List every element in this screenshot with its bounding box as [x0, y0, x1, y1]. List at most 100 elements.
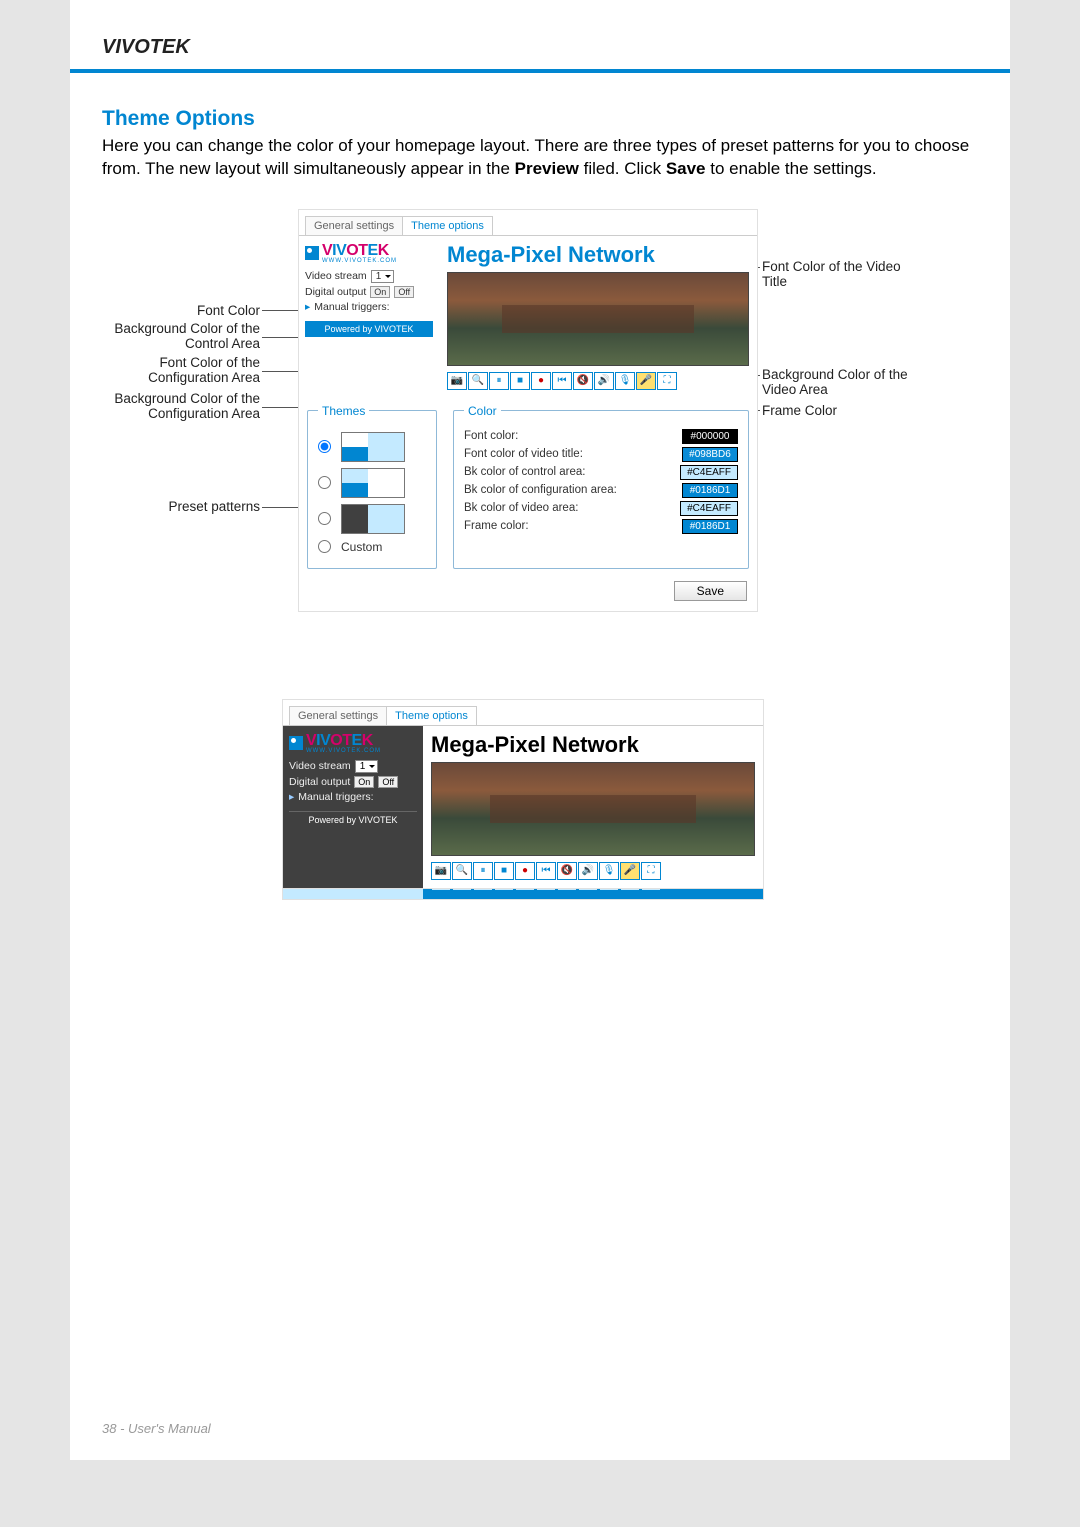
themes-fieldset: Themes: [307, 404, 437, 569]
color-swatch-bk-control[interactable]: #C4EAFF: [680, 465, 738, 480]
theme-thumb-3: [341, 504, 405, 534]
color-fieldset: Color Font color: #000000 Font color of v…: [453, 404, 749, 569]
record-icon[interactable]: ●: [531, 372, 551, 390]
mute-icon[interactable]: 🔇: [573, 372, 593, 390]
leader-line: [262, 310, 302, 311]
color-row-font-video: Font color of video title: #098BD6: [464, 447, 738, 462]
video-title: Mega-Pixel Network: [447, 242, 749, 268]
theme-radio-custom[interactable]: [318, 540, 331, 553]
theme-option-1[interactable]: [318, 432, 426, 462]
mic-icon[interactable]: 🎙: [599, 862, 619, 880]
video-stream-row: Video stream 1: [289, 760, 417, 773]
color-label: Bk color of video area:: [464, 502, 578, 514]
logo-sub: WWW.VIVOTEK.COM: [322, 258, 397, 264]
chevron-right-icon: ▸: [305, 301, 310, 313]
callout-font-video-title: Font Color of the Video Title: [762, 259, 922, 289]
logo-sub: WWW.VIVOTEK.COM: [306, 748, 381, 754]
tabs: General settings Theme options: [299, 210, 757, 235]
volume-icon[interactable]: 🔊: [594, 372, 614, 390]
themes-legend: Themes: [318, 404, 369, 418]
tabs: General settings Theme options: [283, 700, 763, 725]
volume-icon[interactable]: 🔊: [578, 862, 598, 880]
callout-bk-video: Background Color of the Video Area: [762, 367, 922, 397]
theme-option-3[interactable]: [318, 504, 426, 534]
camera-icon[interactable]: 📷: [431, 862, 451, 880]
save-button[interactable]: Save: [674, 581, 747, 601]
callout-bk-control: Background Color of the Control Area: [100, 321, 260, 351]
digital-off-button[interactable]: Off: [394, 286, 414, 298]
preview-body: VIVOTEK WWW.VIVOTEK.COM Video stream 1 D…: [299, 235, 757, 398]
callout-font-color: Font Color: [100, 303, 260, 318]
page: VIVOTEK Theme Options Here you can chang…: [70, 0, 1010, 1460]
diagram-1: Font Color Background Color of the Contr…: [102, 209, 978, 669]
color-label: Font color:: [464, 430, 518, 442]
video-stream-label: Video stream: [289, 760, 351, 772]
logo: VIVOTEK WWW.VIVOTEK.COM: [305, 242, 433, 264]
step-back-icon[interactable]: ⏮: [552, 372, 572, 390]
camera-icon[interactable]: 📷: [447, 372, 467, 390]
color-swatch-font-video[interactable]: #098BD6: [682, 447, 738, 462]
stop-icon[interactable]: ■: [510, 372, 530, 390]
video-stream-select[interactable]: 1: [371, 270, 395, 283]
fullscreen-icon[interactable]: ⛶: [657, 372, 677, 390]
tab-theme[interactable]: Theme options: [386, 706, 477, 725]
theme-radio-1[interactable]: [318, 440, 331, 453]
color-swatch-bk-video[interactable]: #C4EAFF: [680, 501, 738, 516]
intro-preview: Preview: [515, 159, 579, 178]
leader-line: [262, 407, 302, 408]
tab-theme[interactable]: Theme options: [402, 216, 493, 235]
theme-option-custom[interactable]: Custom: [318, 540, 426, 554]
color-label: Bk color of configuration area:: [464, 484, 617, 496]
preview-body: VIVOTEKWWW.VIVOTEK.COM Video stream 1 Dig…: [283, 725, 763, 888]
video-stream-label: Video stream: [305, 270, 367, 282]
digital-off-button[interactable]: Off: [378, 776, 398, 788]
digital-output-label: Digital output: [305, 286, 366, 298]
theme-radio-2[interactable]: [318, 476, 331, 489]
brand-text: VIVOTEK: [102, 36, 190, 58]
mic-on-icon[interactable]: 🎤: [636, 372, 656, 390]
record-icon[interactable]: ●: [515, 862, 535, 880]
fieldsets: Themes: [299, 398, 757, 575]
callout-frame-color: Frame Color: [762, 403, 922, 418]
video-preview: [431, 762, 755, 856]
color-swatch-font[interactable]: #000000: [682, 429, 738, 444]
zoom-icon[interactable]: 🔍: [468, 372, 488, 390]
save-bar: Save: [299, 575, 757, 611]
color-swatch-frame[interactable]: #0186D1: [682, 519, 738, 534]
callout-font-config: Font Color of the Configuration Area: [100, 355, 260, 385]
chevron-right-icon: ▸: [289, 791, 294, 803]
color-label: Frame color:: [464, 520, 529, 532]
manual-triggers-label: Manual triggers:: [314, 301, 389, 313]
manual-triggers-row[interactable]: ▸ Manual triggers:: [305, 301, 433, 313]
mic-on-icon[interactable]: 🎤: [620, 862, 640, 880]
color-swatch-bk-config[interactable]: #0186D1: [682, 483, 738, 498]
manual-triggers-row[interactable]: ▸Manual triggers:: [289, 791, 417, 803]
mic-icon[interactable]: 🎙: [615, 372, 635, 390]
pause-icon[interactable]: ⏸: [473, 862, 493, 880]
theme-option-2[interactable]: [318, 468, 426, 498]
intro-part2: filed. Click: [579, 159, 666, 178]
theme-radio-3[interactable]: [318, 512, 331, 525]
mute-icon[interactable]: 🔇: [557, 862, 577, 880]
logo: VIVOTEKWWW.VIVOTEK.COM: [289, 732, 417, 754]
digital-output-label: Digital output: [289, 776, 350, 788]
tab-general[interactable]: General settings: [289, 706, 387, 725]
video-title: Mega-Pixel Network: [431, 732, 755, 758]
intro-part3: to enable the settings.: [706, 159, 877, 178]
powered-by: Powered by VIVOTEK: [305, 321, 433, 337]
fullscreen-icon[interactable]: ⛶: [641, 862, 661, 880]
digital-on-button[interactable]: On: [370, 286, 390, 298]
pause-icon[interactable]: ⏸: [489, 372, 509, 390]
color-row-bk-config: Bk color of configuration area: #0186D1: [464, 483, 738, 498]
stop-icon[interactable]: ■: [494, 862, 514, 880]
zoom-icon[interactable]: 🔍: [452, 862, 472, 880]
color-label: Font color of video title:: [464, 448, 583, 460]
intro-text: Here you can change the color of your ho…: [102, 135, 978, 181]
step-back-icon[interactable]: ⏮: [536, 862, 556, 880]
tab-general[interactable]: General settings: [305, 216, 403, 235]
digital-on-button[interactable]: On: [354, 776, 374, 788]
digital-output-row: Digital output On Off: [289, 776, 417, 788]
color-legend: Color: [464, 404, 501, 418]
digital-output-row: Digital output On Off: [305, 286, 433, 298]
video-stream-select[interactable]: 1: [355, 760, 379, 773]
